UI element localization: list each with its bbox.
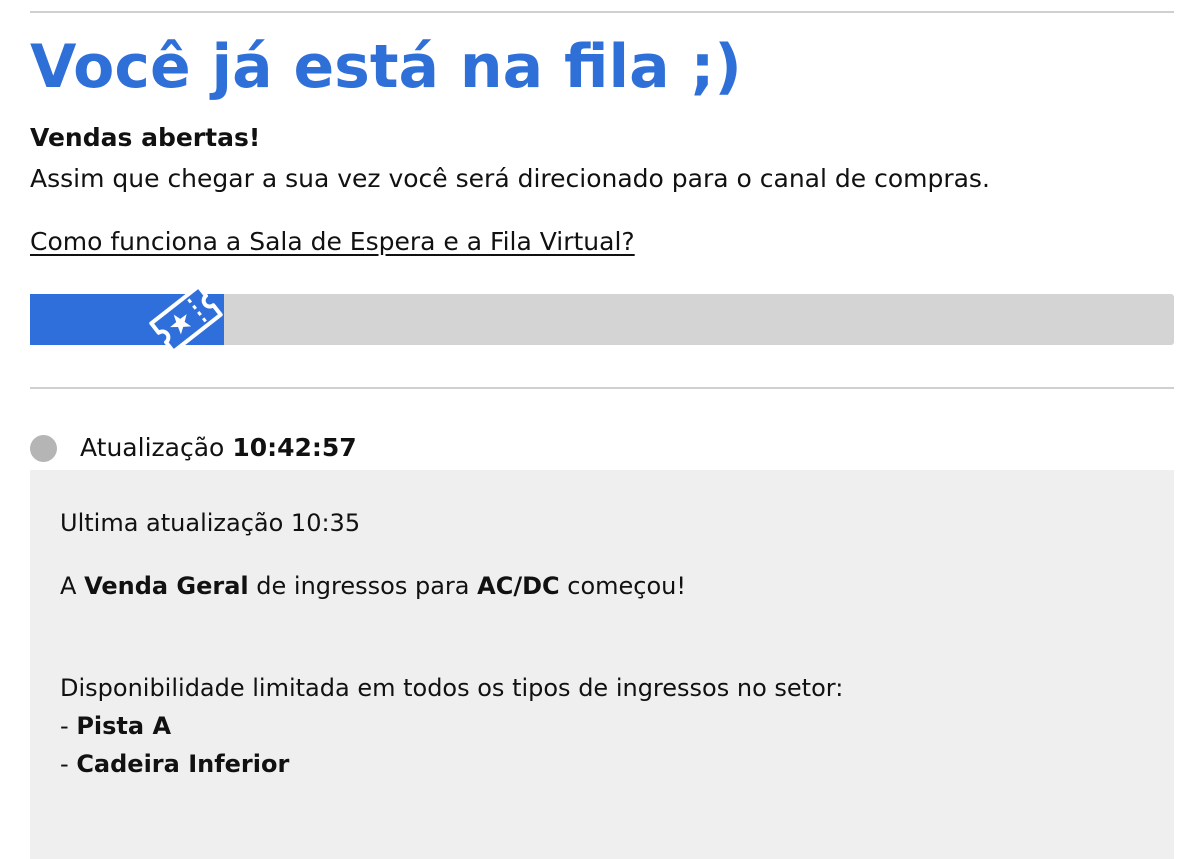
queue-page: Você já está na fila ;) Vendas abertas! … xyxy=(0,0,1200,859)
update-status-row: Atualização 10:42:57 xyxy=(30,428,357,468)
sector-name: Cadeira Inferior xyxy=(76,750,290,778)
top-divider xyxy=(30,11,1174,13)
sector-dash: - xyxy=(60,712,69,740)
queue-progress-bar xyxy=(30,284,1174,354)
sector-item: - Pista A xyxy=(60,709,171,743)
section-divider xyxy=(30,387,1174,389)
update-label: Atualização xyxy=(80,433,225,462)
sector-item: - Cadeira Inferior xyxy=(60,747,289,781)
status-message-panel: Ultima atualização 10:35 A Venda Geral d… xyxy=(30,470,1174,859)
sector-name: Pista A xyxy=(76,712,172,740)
sale-artist: AC/DC xyxy=(477,572,560,600)
sale-announcement: A Venda Geral de ingressos para AC/DC co… xyxy=(60,569,686,603)
sale-suffix: começou! xyxy=(567,572,686,600)
sale-prefix: A xyxy=(60,572,77,600)
sale-event-type: Venda Geral xyxy=(84,572,249,600)
queue-description: Assim que chegar a sua vez você será dir… xyxy=(30,164,990,193)
sector-dash: - xyxy=(60,750,69,778)
last-update-text: Ultima atualização 10:35 xyxy=(60,509,361,537)
status-indicator-icon xyxy=(30,434,57,462)
update-time: 10:42:57 xyxy=(232,433,357,462)
sale-middle: de ingressos para xyxy=(256,572,470,600)
sales-open-heading: Vendas abertas! xyxy=(30,123,261,152)
waiting-room-help-link[interactable]: Como funciona a Sala de Espera e a Fila … xyxy=(30,225,635,259)
availability-text: Disponibilidade limitada em todos os tip… xyxy=(60,674,844,702)
ticket-star-icon xyxy=(149,284,223,354)
page-title: Você já está na fila ;) xyxy=(30,32,742,102)
